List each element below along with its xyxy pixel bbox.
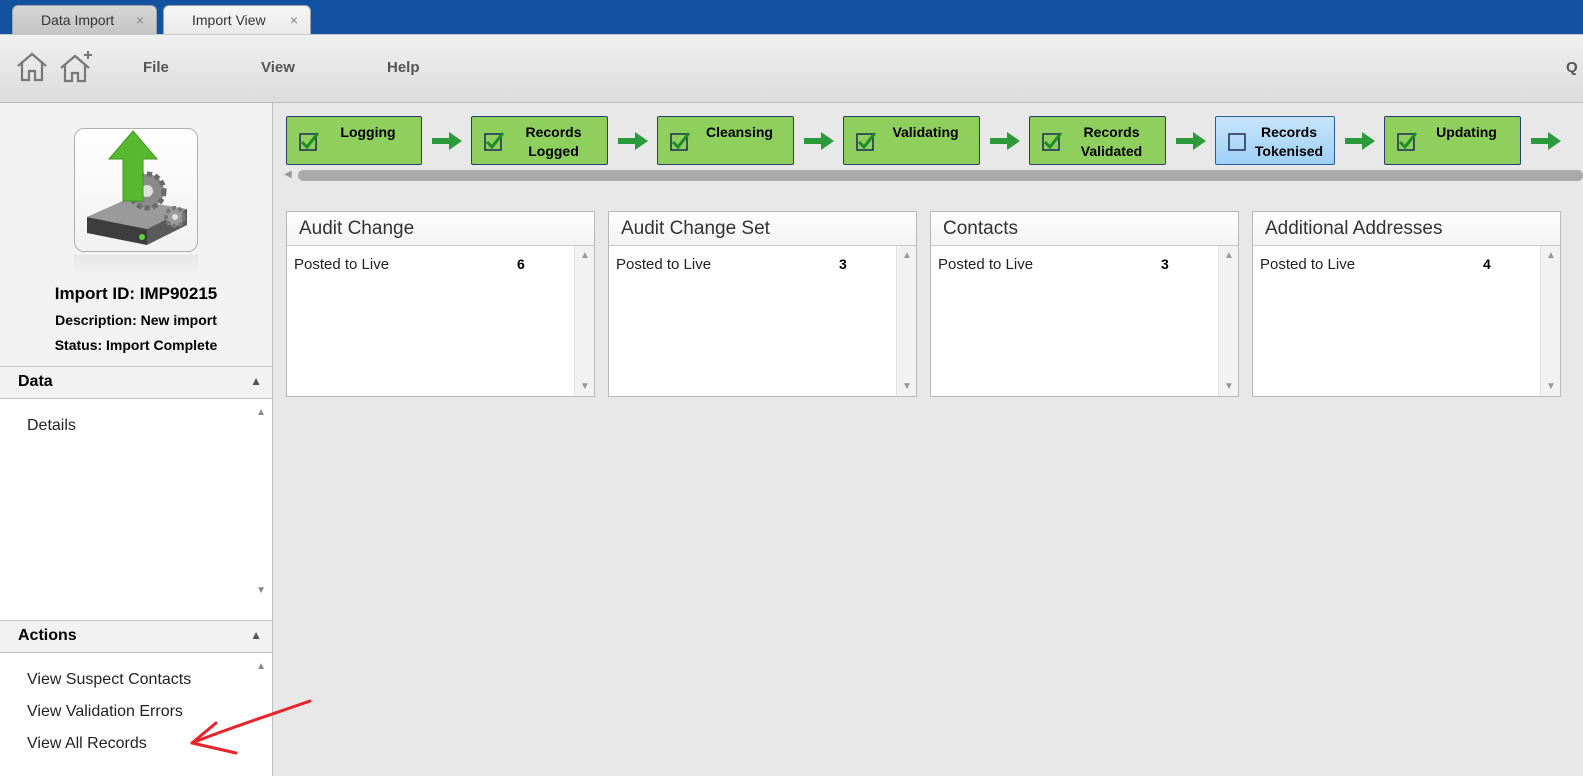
checkbox-checked-icon [1397, 132, 1417, 151]
card-audit-change-set: Audit Change Set Posted to Live 3 ▲ ▼ [608, 211, 917, 397]
stage-label: Updating [1436, 124, 1497, 140]
menu-file[interactable]: File [143, 59, 169, 76]
card-scrollbar[interactable]: ▲ ▼ [1218, 246, 1238, 396]
workflow-scrollbar[interactable]: ◀ [284, 169, 1583, 181]
stage-logging[interactable]: Logging [286, 116, 422, 165]
data-import-icon [74, 128, 198, 252]
details-link[interactable]: Details [27, 417, 76, 435]
tab-data-import[interactable]: Data Import × [12, 5, 157, 34]
card-row-value: 6 [517, 256, 525, 272]
checkbox-checked-icon [299, 132, 319, 151]
import-description: Description: New import [55, 312, 217, 328]
actions-section-header[interactable]: Actions ▲ [0, 620, 272, 653]
data-section-title: Data [18, 373, 53, 390]
card-header: Audit Change [287, 212, 594, 246]
chevron-up-icon[interactable]: ▲ [250, 374, 262, 388]
arrow-right-icon [990, 132, 1020, 150]
quick-search-label[interactable]: Q [1566, 59, 1578, 76]
view-validation-errors-link[interactable]: View Validation Errors [27, 703, 183, 721]
chevron-up-icon[interactable]: ▲ [250, 628, 262, 642]
card-title: Audit Change [299, 218, 415, 239]
scroll-down-icon[interactable]: ▼ [580, 381, 590, 392]
arrow-right-icon [618, 132, 648, 150]
card-header: Audit Change Set [609, 212, 916, 246]
scroll-up-icon[interactable]: ▲ [256, 407, 266, 418]
card-row-value: 4 [1483, 256, 1491, 272]
card-contacts: Contacts Posted to Live 3 ▲ ▼ [930, 211, 1239, 397]
card-row-value: 3 [839, 256, 847, 272]
scroll-left-icon[interactable]: ◀ [284, 169, 292, 180]
card-scrollbar[interactable]: ▲ ▼ [1540, 246, 1560, 396]
stage-label: Records Validated [1080, 124, 1143, 159]
scroll-up-icon[interactable]: ▲ [902, 250, 912, 261]
stage-label: Records Tokenised [1254, 124, 1324, 159]
icon-reflection [74, 255, 198, 273]
stage-cleansing[interactable]: Cleansing [657, 116, 794, 165]
data-section-header[interactable]: Data ▲ [0, 366, 272, 399]
card-additional-addresses: Additional Addresses Posted to Live 4 ▲ ▼ [1252, 211, 1561, 397]
scroll-down-icon[interactable]: ▼ [1546, 381, 1556, 392]
stage-records-validated[interactable]: Records Validated [1029, 116, 1166, 165]
data-section-body: ▲ Details ▼ [0, 399, 272, 609]
arrow-right-icon [804, 132, 834, 150]
view-all-records-link[interactable]: View All Records [27, 735, 147, 753]
stage-validating[interactable]: Validating [843, 116, 980, 165]
checkbox-unchecked-icon [1228, 133, 1246, 151]
scrollbar-thumb[interactable] [298, 170, 1583, 181]
scroll-down-icon[interactable]: ▼ [902, 381, 912, 392]
stage-updating[interactable]: Updating [1384, 116, 1521, 165]
card-row-label: Posted to Live [1260, 256, 1356, 273]
stage-label: Cleansing [706, 124, 773, 140]
stage-label: Validating [892, 124, 959, 140]
checkbox-checked-icon [484, 132, 504, 151]
checkbox-checked-icon [856, 132, 876, 151]
close-icon[interactable]: × [290, 6, 298, 34]
stage-records-logged[interactable]: Records Logged [471, 116, 608, 165]
arrow-right-icon [1531, 132, 1561, 150]
stage-records-tokenised[interactable]: Records Tokenised [1215, 116, 1335, 165]
card-audit-change: Audit Change Posted to Live 6 ▲ ▼ [286, 211, 595, 397]
tab-label: Import View [192, 12, 266, 28]
stage-label: Logging [340, 124, 396, 140]
scroll-down-icon[interactable]: ▼ [256, 585, 266, 596]
close-icon[interactable]: × [136, 6, 144, 34]
card-title: Audit Change Set [621, 218, 770, 239]
scroll-up-icon[interactable]: ▲ [1224, 250, 1234, 261]
checkbox-checked-icon [670, 132, 690, 151]
menu-help[interactable]: Help [387, 59, 420, 76]
stage-label: Records Logged [525, 124, 582, 159]
card-row-label: Posted to Live [294, 256, 390, 273]
menu-view[interactable]: View [261, 59, 295, 76]
actions-section-title: Actions [18, 627, 77, 644]
scroll-down-icon[interactable]: ▼ [1224, 381, 1234, 392]
toolbar: File View Help Q [0, 34, 1583, 103]
card-scrollbar[interactable]: ▲ ▼ [896, 246, 916, 396]
card-header: Contacts [931, 212, 1238, 246]
tab-import-view[interactable]: Import View × [163, 5, 311, 35]
arrow-right-icon [1345, 132, 1375, 150]
left-panel: Import ID: IMP90215 Description: New imp… [0, 103, 273, 776]
card-row-value: 3 [1161, 256, 1169, 272]
tab-label: Data Import [41, 12, 115, 28]
home-icon[interactable] [14, 49, 50, 85]
import-info: Import ID: IMP90215 Description: New imp… [0, 103, 272, 366]
arrow-right-icon [1176, 132, 1206, 150]
card-title: Additional Addresses [1265, 218, 1443, 239]
card-title: Contacts [943, 218, 1018, 239]
card-row-label: Posted to Live [616, 256, 712, 273]
card-row-label: Posted to Live [938, 256, 1034, 273]
card-scrollbar[interactable]: ▲ ▼ [574, 246, 594, 396]
import-status: Status: Import Complete [54, 337, 218, 353]
import-id: Import ID: IMP90215 [54, 284, 218, 303]
scroll-up-icon[interactable]: ▲ [580, 250, 590, 261]
annotation-arrow-icon [190, 699, 312, 755]
view-suspect-contacts-link[interactable]: View Suspect Contacts [27, 671, 191, 689]
scroll-up-icon[interactable]: ▲ [256, 661, 266, 672]
new-home-icon[interactable] [58, 49, 94, 85]
tab-bar: Data Import × Import View × [0, 0, 1583, 35]
scroll-up-icon[interactable]: ▲ [1546, 250, 1556, 261]
card-header: Additional Addresses [1253, 212, 1560, 246]
arrow-right-icon [432, 132, 462, 150]
checkbox-checked-icon [1042, 132, 1062, 151]
